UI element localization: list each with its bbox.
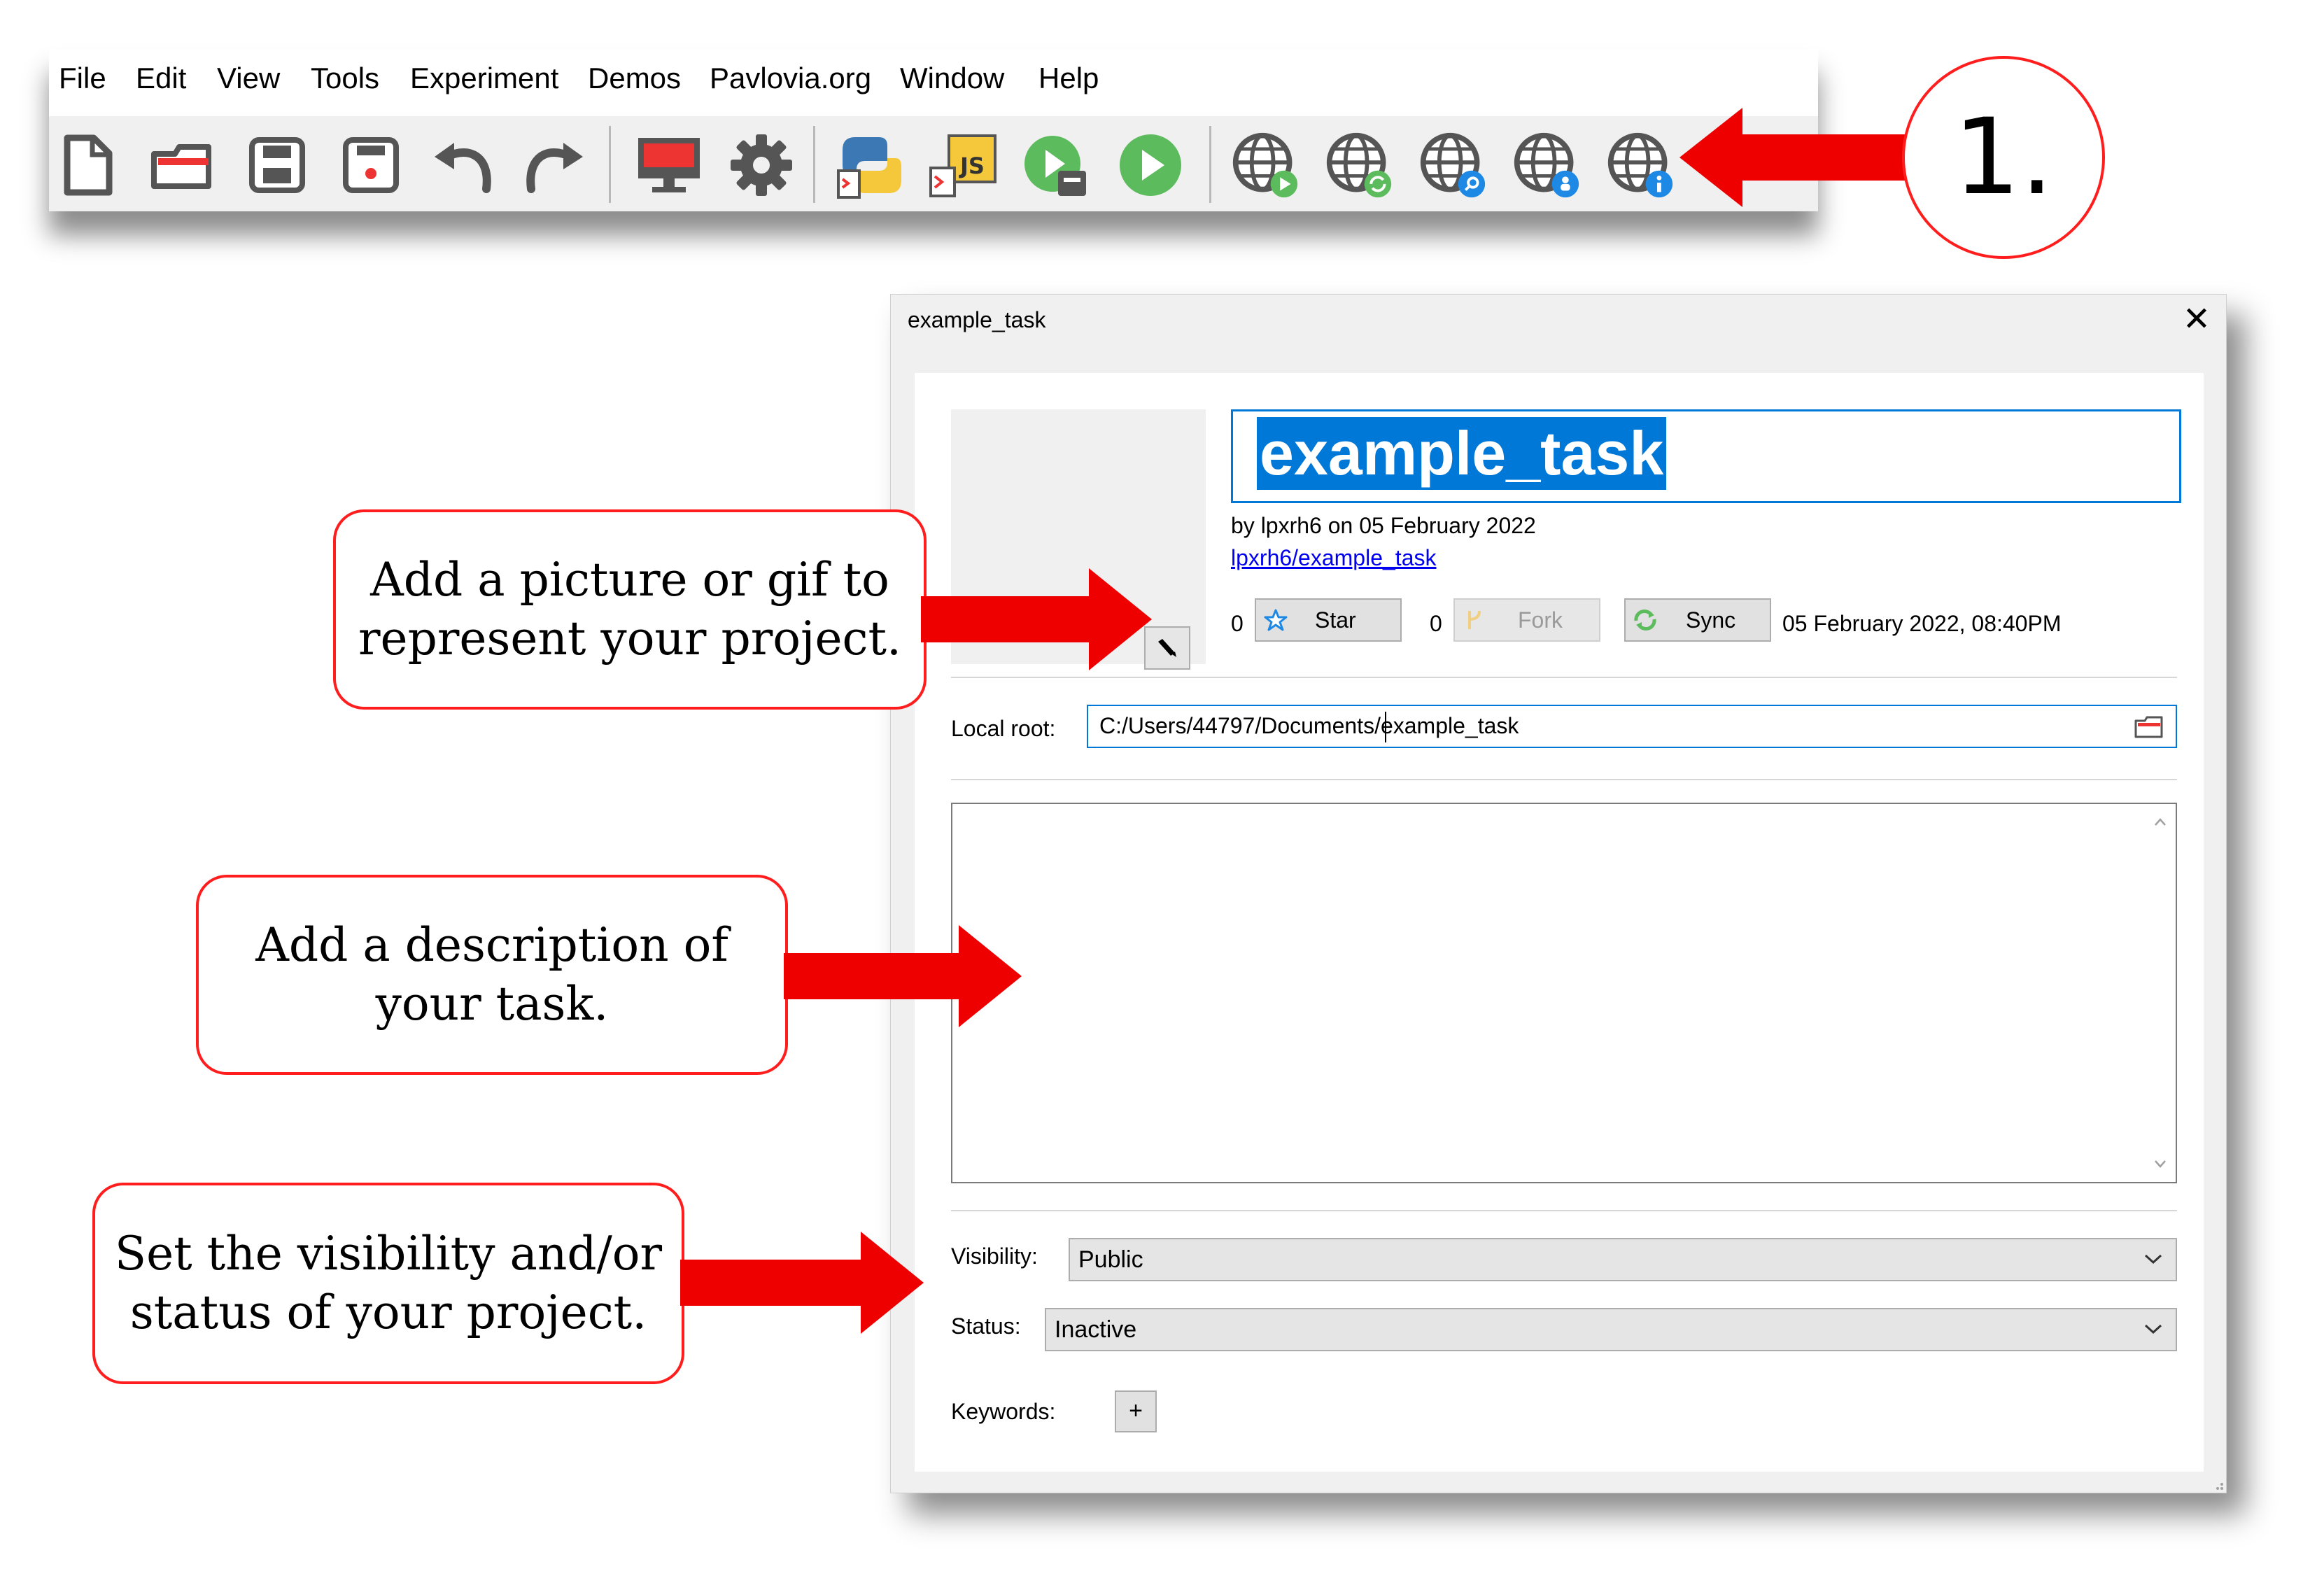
project-link[interactable]: lpxrh6/example_task <box>1231 545 1436 571</box>
status-value: Inactive <box>1055 1316 1137 1343</box>
star-button-label: Star <box>1315 607 1356 633</box>
dialog-body: example_task by lpxrh6 on 05 February 20… <box>915 373 2204 1472</box>
text-cursor <box>1385 712 1386 742</box>
arrow-to-toolbar <box>1679 108 1917 207</box>
description-textarea[interactable] <box>951 803 2177 1183</box>
visibility-callout: Set the visibility and/or status of your… <box>92 1183 684 1384</box>
picture-callout: Add a picture or gif to represent your p… <box>333 509 927 710</box>
add-keyword-button[interactable]: + <box>1115 1390 1157 1432</box>
project-title-field[interactable]: example_task <box>1231 409 2181 503</box>
visibility-value: Public <box>1078 1246 1143 1273</box>
dialog-window-title: example_task <box>908 307 1046 332</box>
fork-button-label: Fork <box>1518 607 1563 633</box>
project-byline: by lpxrh6 on 05 February 2022 <box>1231 513 1536 538</box>
menu-edit[interactable]: Edit <box>136 62 186 95</box>
save-as-icon[interactable] <box>336 130 406 200</box>
new-file-icon[interactable] <box>53 130 123 200</box>
python-coder-icon[interactable] <box>837 130 907 200</box>
pavlovia-run-icon[interactable] <box>1230 130 1300 200</box>
chevron-down-icon <box>2144 1324 2162 1334</box>
sync-icon <box>1626 608 1665 632</box>
divider <box>951 677 2177 678</box>
project-dialog: example_task ✕ example_task by lpxrh6 on… <box>890 294 2227 1493</box>
fork-count: 0 <box>1430 611 1442 636</box>
menubar: File Edit View Tools Experiment Demos Pa… <box>49 49 1818 116</box>
menu-demos[interactable]: Demos <box>588 62 681 95</box>
description-callout: Add a description of your task. <box>196 875 788 1075</box>
keywords-label: Keywords: <box>951 1399 1056 1424</box>
pavlovia-search-icon[interactable] <box>1418 130 1488 200</box>
project-title-text: example_task <box>1257 417 1667 490</box>
description-scrollbar[interactable] <box>2145 804 2176 1182</box>
pavlovia-project-info-icon[interactable] <box>1605 130 1675 200</box>
menu-help[interactable]: Help <box>1038 62 1099 95</box>
toolbar-separator <box>609 126 611 203</box>
psychopy-toolbar-window: File Edit View Tools Experiment Demos Pa… <box>49 49 1818 211</box>
toolbar: JS <box>49 116 1818 211</box>
star-button[interactable]: Star <box>1255 598 1402 642</box>
divider <box>951 779 2177 780</box>
redo-icon[interactable] <box>521 130 591 200</box>
divider <box>951 1210 2177 1211</box>
status-dropdown[interactable]: Inactive <box>1045 1308 2177 1351</box>
menu-experiment[interactable]: Experiment <box>410 62 558 95</box>
menu-window[interactable]: Window <box>900 62 1004 95</box>
toolbar-separator <box>1209 126 1211 203</box>
menu-view[interactable]: View <box>217 62 280 95</box>
visibility-label: Visibility: <box>951 1244 1038 1269</box>
menu-tools[interactable]: Tools <box>311 62 379 95</box>
status-label: Status: <box>951 1313 1021 1339</box>
arrow-to-thumbnail <box>921 568 1152 670</box>
local-root-label: Local root: <box>951 716 1056 741</box>
menu-file[interactable]: File <box>59 62 106 95</box>
monitor-icon[interactable] <box>634 130 704 200</box>
star-count: 0 <box>1231 611 1244 636</box>
arrow-to-visibility <box>680 1232 924 1334</box>
scroll-up-icon[interactable] <box>2153 815 2167 829</box>
open-folder-icon[interactable] <box>147 130 217 200</box>
step-number-badge: 1. <box>1902 56 2105 259</box>
last-sync-timestamp: 05 February 2022, 08:40PM <box>1782 611 2062 636</box>
local-root-input[interactable]: C:/Users/44797/Documents/example_task <box>1087 705 2177 748</box>
svg-text:JS: JS <box>959 153 985 179</box>
arrow-to-description <box>784 925 1022 1027</box>
visibility-dropdown[interactable]: Public <box>1069 1238 2177 1281</box>
run-builder-icon[interactable] <box>1022 130 1092 200</box>
folder-icon[interactable] <box>2134 714 2164 743</box>
sync-button[interactable]: Sync <box>1624 598 1771 642</box>
pavlovia-user-icon[interactable] <box>1512 130 1582 200</box>
toolbar-separator <box>813 126 815 203</box>
menu-pavlovia[interactable]: Pavlovia.org <box>710 62 871 95</box>
local-root-value: C:/Users/44797/Documents/example_task <box>1099 713 1519 738</box>
js-coder-icon[interactable]: JS <box>929 130 999 200</box>
fork-button[interactable]: Fork <box>1453 598 1600 642</box>
pavlovia-sync-icon[interactable] <box>1324 130 1394 200</box>
run-icon[interactable] <box>1115 130 1185 200</box>
undo-icon[interactable] <box>427 130 497 200</box>
close-icon[interactable]: ✕ <box>2177 300 2216 339</box>
sync-button-label: Sync <box>1686 607 1736 633</box>
scroll-down-icon[interactable] <box>2153 1157 2167 1171</box>
fork-icon <box>1455 608 1494 632</box>
chevron-down-icon <box>2144 1254 2162 1265</box>
resize-grip-icon[interactable] <box>2208 1474 2225 1491</box>
pencil-icon <box>1158 639 1176 657</box>
gear-icon[interactable] <box>726 130 796 200</box>
star-icon <box>1256 608 1295 632</box>
save-icon[interactable] <box>242 130 312 200</box>
